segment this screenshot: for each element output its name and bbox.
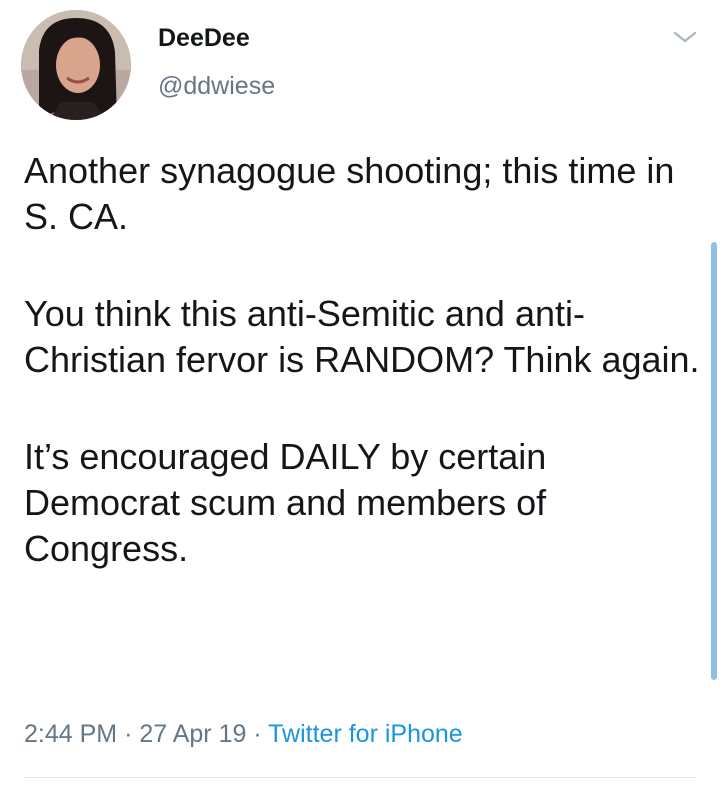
tweet-paragraph: Another synagogue shooting; this time in… [24,150,675,237]
tweet-text: Another synagogue shooting; this time in… [24,148,704,623]
avatar[interactable] [21,10,131,120]
tweet-time: 2:44 PM [24,720,118,748]
avatar-image [21,10,131,120]
tweet-date: 27 Apr 19 [139,720,247,748]
tweet-source-link[interactable]: Twitter for iPhone [268,720,463,748]
display-name[interactable]: DeeDee [158,24,250,53]
tweet-paragraph: You think this anti-Semitic and anti-Chr… [24,293,700,380]
meta-separator: · [124,720,133,748]
scrollbar[interactable] [711,242,717,680]
meta-separator: · [253,720,262,748]
divider [24,777,696,778]
user-handle[interactable]: @ddwiese [158,72,275,101]
tweet-meta: 2:44 PM · 27 Apr 19 · Twitter for iPhone [24,720,463,749]
tweet-paragraph: It’s encouraged DAILY by certain Democra… [24,436,547,569]
chevron-down-icon[interactable] [672,28,698,46]
